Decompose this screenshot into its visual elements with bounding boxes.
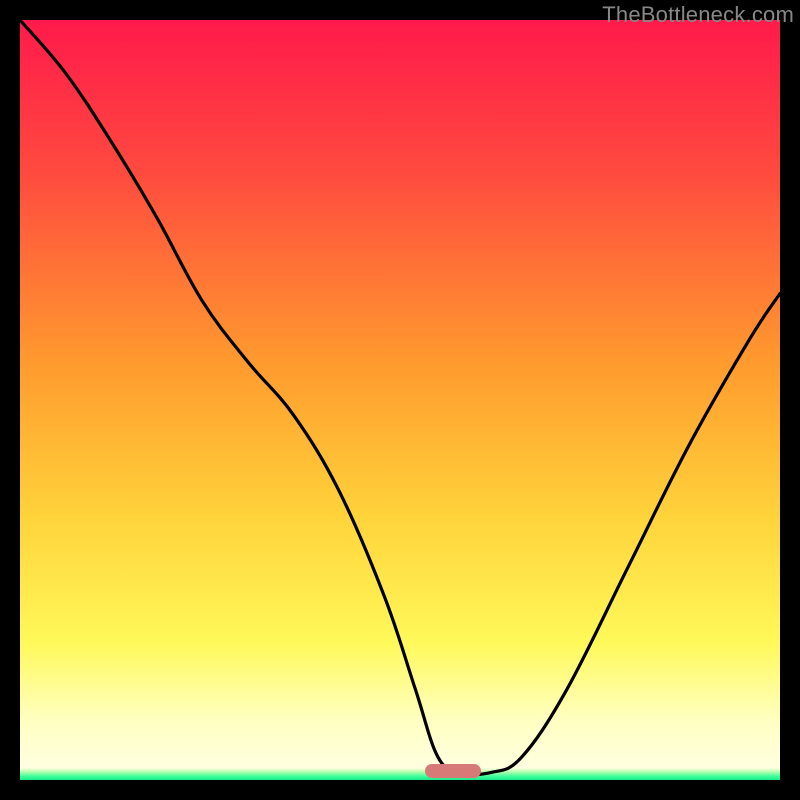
chart-frame: [20, 20, 780, 780]
bottleneck-curve-path: [20, 20, 780, 774]
watermark-text: TheBottleneck.com: [602, 2, 794, 28]
bottleneck-curve-svg: [20, 20, 780, 780]
optimal-range-marker: [425, 764, 481, 778]
